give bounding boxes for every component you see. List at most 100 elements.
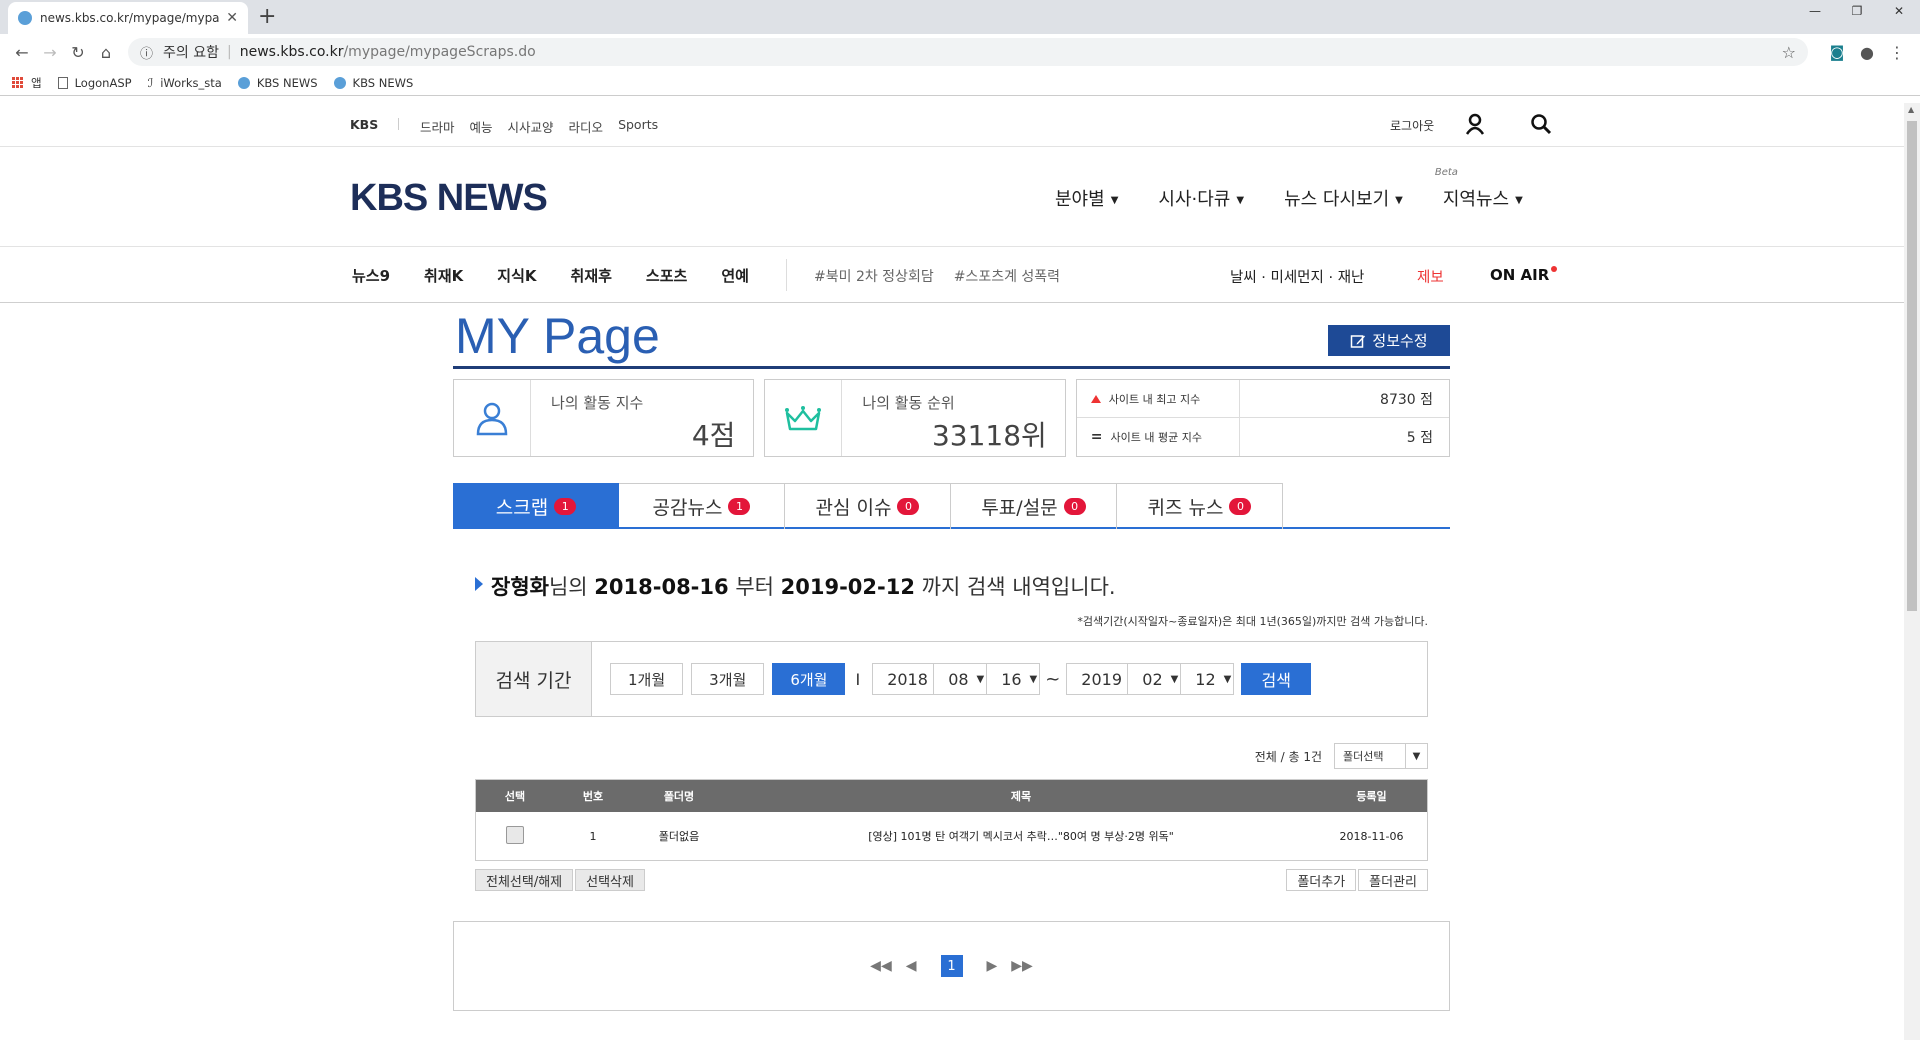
period-controls: 1개월 3개월 6개월 I 2018▼ 08▼ 16▼ ~ 2019▼ 02▼ …	[592, 642, 1312, 716]
bookmark-label: iWorks_sta	[160, 75, 222, 90]
back-icon[interactable]: ←	[8, 43, 36, 62]
add-folder-button[interactable]: 폴더추가	[1286, 869, 1357, 891]
range-tilde: ~	[1045, 668, 1061, 690]
bookmark-kbs-news-1[interactable]: KBS NEWS	[237, 76, 318, 90]
row-title-link[interactable]: [영상] 101명 탄 여객기 멕시코서 추락…"80여 명 부상·2명 위독"	[726, 828, 1316, 844]
prev-page-icon[interactable]: ◀	[906, 958, 917, 974]
extension-icon[interactable]: ◙	[1822, 43, 1852, 61]
select-value: 16	[1001, 669, 1022, 689]
subnav-entertainment[interactable]: 연예	[721, 265, 749, 286]
from-day-select[interactable]: 16 ▼	[986, 663, 1041, 695]
row-folder: 폴더없음	[658, 830, 700, 843]
bookmark-star-icon[interactable]: ☆	[1782, 43, 1796, 62]
select-value: 12	[1195, 669, 1216, 689]
to-day-select[interactable]: 12 ▼	[1180, 663, 1235, 695]
logout-link[interactable]: 로그아웃	[1390, 117, 1434, 134]
browser-tab[interactable]: news.kbs.co.kr/mypage/mypage ✕	[8, 2, 248, 34]
on-air-link[interactable]: ON AIR	[1490, 266, 1558, 284]
report-link[interactable]: 제보	[1417, 266, 1444, 287]
scroll-up-icon[interactable]: ▲	[1908, 105, 1914, 114]
close-tab-icon[interactable]: ✕	[226, 10, 238, 26]
top-menu: 드라마 예능 시사교양 라디오 Sports	[420, 117, 658, 136]
from-month-select[interactable]: 08 ▼	[933, 663, 988, 695]
account-icon[interactable]: ●	[1852, 43, 1882, 62]
period-3-month-button[interactable]: 3개월	[691, 663, 765, 695]
info-icon[interactable]: ⓘ	[140, 43, 153, 62]
subnav-sports[interactable]: 스포츠	[646, 265, 687, 286]
gnb-replay[interactable]: 뉴스 다시보기 ▼	[1284, 185, 1403, 211]
top-menu-drama[interactable]: 드라마	[420, 117, 455, 136]
kbs-favicon-icon	[18, 11, 32, 25]
page-scrollbar[interactable]: ▲	[1904, 103, 1920, 1040]
bookmark-apps[interactable]: 앱	[12, 75, 42, 91]
gnb-current-affairs[interactable]: 시사·다큐 ▼	[1158, 185, 1244, 211]
site-avg-row: = 사이트 내 평균 지수 5 점	[1077, 418, 1449, 456]
search-button[interactable]: 검색	[1241, 663, 1312, 695]
current-page[interactable]: 1	[940, 955, 963, 977]
scroll-thumb[interactable]	[1907, 121, 1917, 611]
count-badge: 0	[1063, 498, 1086, 515]
minimize-icon[interactable]: —	[1794, 0, 1836, 22]
bookmark-iworks[interactable]: ℐiWorks_sta	[148, 76, 222, 90]
page-icon	[57, 76, 68, 89]
count-badge: 0	[1229, 498, 1252, 515]
divider	[398, 118, 399, 130]
to-year-select[interactable]: 2019▼	[1066, 663, 1138, 695]
site-max-label: 사이트 내 최고 지수	[1108, 392, 1201, 406]
row-checkbox[interactable]	[506, 825, 524, 844]
select-value: 08	[948, 669, 969, 689]
top-menu-radio[interactable]: 라디오	[569, 117, 604, 136]
activity-stats: 나의 활동 지수 4점 나의 활동 순위 33118위 사이트 내 최고 지수 …	[453, 379, 1451, 457]
hashtag-link[interactable]: #스포츠계 성폭력	[954, 266, 1060, 286]
kbs-home-link[interactable]: KBS	[350, 117, 378, 132]
url-path: /mypage/mypageScraps.do	[343, 44, 536, 60]
kbs-news-logo[interactable]: KBS NEWS	[350, 177, 548, 220]
new-tab-icon[interactable]: +	[258, 4, 276, 29]
top-menu-sports[interactable]: Sports	[618, 117, 658, 136]
user-icon[interactable]	[1464, 113, 1486, 135]
period-6-month-button[interactable]: 6개월	[772, 663, 846, 695]
delete-selected-button[interactable]: 선택삭제	[575, 869, 645, 891]
table-toolbar: 전체 / 총 1건 폴더선택 ▼	[475, 743, 1428, 769]
address-bar[interactable]: ⓘ 주의 요함 | news.kbs.co.kr/mypage/mypageSc…	[128, 38, 1808, 66]
folder-select[interactable]: 폴더선택 ▼	[1334, 743, 1428, 769]
subnav-news9[interactable]: 뉴스9	[352, 265, 390, 286]
subnav-chuijae-k[interactable]: 취재K	[424, 265, 463, 286]
restore-icon[interactable]: ❐	[1836, 0, 1878, 22]
forward-icon[interactable]: →	[36, 43, 64, 62]
arrow-right-icon	[475, 577, 483, 591]
tab-scrap[interactable]: 스크랩 1	[453, 483, 619, 529]
from-year-select[interactable]: 2018▼	[872, 663, 944, 695]
tab-interest-issue[interactable]: 관심 이슈 0	[785, 483, 951, 529]
bookmark-kbs-news-2[interactable]: KBS NEWS	[333, 76, 413, 90]
top-menu-culture[interactable]: 시사교양	[508, 117, 554, 136]
menu-kebab-icon[interactable]: ⋮	[1882, 43, 1912, 62]
bookmark-logonasp[interactable]: LogonASP	[57, 76, 132, 90]
tab-title: news.kbs.co.kr/mypage/mypage	[40, 11, 221, 25]
last-page-icon[interactable]: ▶▶	[1011, 958, 1033, 974]
subnav-chuijaehu[interactable]: 취재후	[571, 265, 612, 286]
weather-link[interactable]: 날씨 · 미세먼지 · 재난	[1230, 266, 1364, 287]
select-all-button[interactable]: 전체선택/해제	[475, 869, 574, 891]
tab-poll[interactable]: 투표/설문 0	[951, 483, 1117, 529]
close-window-icon[interactable]: ✕	[1878, 0, 1920, 22]
kbs-favicon-icon	[237, 76, 250, 89]
tab-quiz-news[interactable]: 퀴즈 뉴스 0	[1117, 483, 1283, 529]
first-page-icon[interactable]: ◀◀	[870, 958, 892, 974]
edit-profile-button[interactable]: 정보수정	[1328, 325, 1450, 356]
subnav-jisik-k[interactable]: 지식K	[497, 265, 536, 286]
hashtag-link[interactable]: #북미 2차 정상회담	[814, 266, 934, 286]
period-1-month-button[interactable]: 1개월	[610, 663, 684, 695]
home-icon[interactable]: ⌂	[92, 43, 120, 62]
tab-empathy-news[interactable]: 공감뉴스 1	[619, 483, 785, 529]
search-icon[interactable]	[1530, 113, 1552, 135]
manage-folder-button[interactable]: 폴더관리	[1358, 869, 1428, 891]
col-number: 번호	[582, 790, 604, 803]
reload-icon[interactable]: ↻	[64, 43, 92, 62]
gnb-category[interactable]: 분야별 ▼	[1055, 185, 1118, 211]
to-suffix: 까지 검색 내역입니다.	[921, 575, 1116, 599]
to-month-select[interactable]: 02 ▼	[1127, 663, 1182, 695]
gnb-local-news[interactable]: Beta 지역뉴스 ▼	[1435, 167, 1523, 211]
next-page-icon[interactable]: ▶	[987, 958, 998, 974]
top-menu-entertainment[interactable]: 예능	[470, 117, 493, 136]
